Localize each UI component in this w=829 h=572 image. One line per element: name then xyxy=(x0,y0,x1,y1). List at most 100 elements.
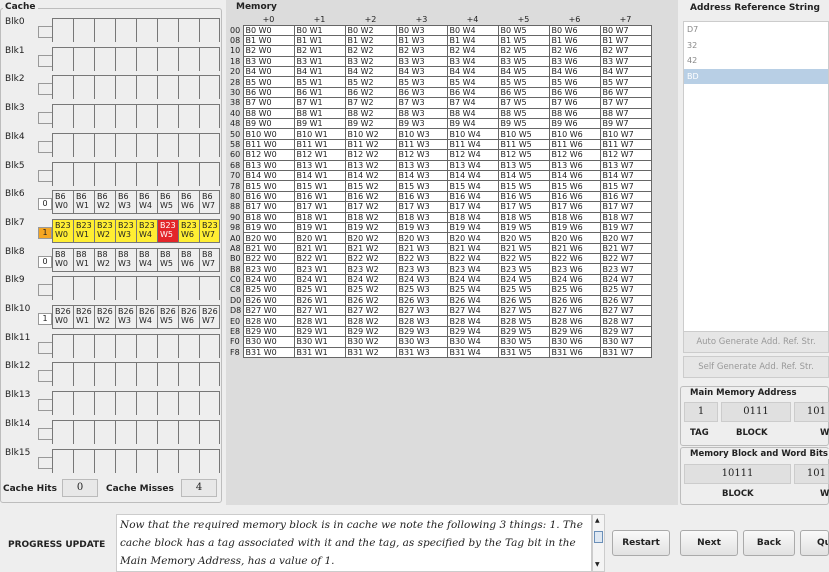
address-ref-item[interactable]: D7 xyxy=(684,22,828,38)
next-button[interactable]: Next xyxy=(680,530,738,556)
memory-word-cell: B17 W1 xyxy=(293,201,346,213)
memory-column-header: +5 xyxy=(517,14,530,24)
memory-row-address: 58 xyxy=(230,139,241,149)
address-ref-item[interactable]: 32 xyxy=(684,38,828,54)
memory-row-address: C8 xyxy=(230,285,241,295)
memory-row-address: A8 xyxy=(230,243,241,253)
cache-word-cell xyxy=(157,19,178,42)
memory-word-cell: B16 W3 xyxy=(395,190,448,203)
cache-word-cell xyxy=(52,133,73,157)
cache-word-cell xyxy=(199,334,220,358)
address-ref-item[interactable]: 42 xyxy=(684,53,828,69)
address-ref-title: Address Reference String xyxy=(688,3,822,13)
memory-word-cell: B24 W7 xyxy=(599,273,652,286)
cache-word-cell xyxy=(94,133,115,157)
memory-word-cell: B13 W6 xyxy=(548,159,601,171)
memory-row: 28 B5 W0 B5 W1 B5 W2 B5 W3 B5 W4 B5 W5 B5 W6 B5 … xyxy=(228,76,652,88)
memory-word-cell: B28 W6 xyxy=(548,315,601,327)
progress-scrollbar[interactable]: ▲ ▼ xyxy=(592,514,605,572)
scroll-up-icon[interactable]: ▲ xyxy=(595,517,600,524)
cache-word-cell: B8 W5 xyxy=(157,248,178,272)
memory-word-cell: B5 W1 xyxy=(293,76,346,88)
memory-row-address: 98 xyxy=(230,223,241,233)
memory-word-cell: B17 W0 xyxy=(242,201,295,213)
cache-word-cell xyxy=(199,162,220,186)
memory-word-cell: B1 W2 xyxy=(344,34,397,47)
cache-block-label: Blk8 xyxy=(5,246,25,257)
memory-word-cell: B18 W0 xyxy=(242,211,295,223)
memory-word-cell: B30 W0 xyxy=(242,336,295,348)
cache-word-cell xyxy=(157,363,178,387)
memory-word-cell: B18 W7 xyxy=(599,211,652,223)
restart-button[interactable]: Restart xyxy=(612,530,670,556)
memory-word-cell: B20 W6 xyxy=(548,232,601,244)
memory-word-cell: B24 W6 xyxy=(548,273,601,286)
memory-word-cell: B22 W2 xyxy=(344,253,397,265)
memory-row: 58 B11 W0 B11 W1 B11 W2 B11 W3 B11 W4 B11 W5 B1… xyxy=(228,138,652,151)
memory-word-cell: B15 W5 xyxy=(497,180,550,192)
memory-word-cell: B0 W4 xyxy=(446,24,499,36)
cache-word-cell xyxy=(157,76,178,100)
memory-row-address: F8 xyxy=(230,347,240,357)
memory-word-cell: B8 W6 xyxy=(548,107,601,120)
scroll-thumb[interactable] xyxy=(594,531,603,543)
cache-word-cell: B26 W0 xyxy=(52,306,73,329)
memory-word-cell: B16 W7 xyxy=(599,190,652,203)
memory-word-cell: B25 W3 xyxy=(395,284,448,296)
address-reference-list[interactable]: D7 32 42 BD xyxy=(683,21,829,334)
memory-row: 00 B0 W0 B0 W1 B0 W2 B0 W3 B0 W4 B0 W5 B0 W6 B0 … xyxy=(228,24,652,36)
cache-block-label: Blk5 xyxy=(5,160,25,171)
memory-word-cell: B5 W2 xyxy=(344,76,397,88)
cache-word-cell xyxy=(94,47,115,71)
back-button[interactable]: Back xyxy=(743,530,795,556)
cache-word-cell xyxy=(52,449,73,473)
memory-word-cell: B2 W6 xyxy=(548,45,601,57)
memory-word-cell: B14 W5 xyxy=(497,169,550,182)
cache-word-cell xyxy=(178,133,199,157)
memory-word-cell: B2 W2 xyxy=(344,45,397,57)
cache-word-cell xyxy=(199,47,220,71)
cache-block-row: Blk11 xyxy=(2,330,220,358)
memory-word-cell: B23 W1 xyxy=(293,263,346,275)
memory-word-cell: B25 W7 xyxy=(599,284,652,296)
memory-word-cell: B13 W5 xyxy=(497,159,550,171)
cache-word-cell: B6 W4 xyxy=(136,191,157,215)
memory-row-address: B0 xyxy=(230,254,241,264)
cache-word-cell xyxy=(94,334,115,358)
memory-word-cell: B27 W0 xyxy=(242,305,295,317)
memory-word-cell: B1 W4 xyxy=(446,34,499,47)
memory-row: A8 B21 W0 B21 W1 B21 W2 B21 W3 B21 W4 B21 W5 B2… xyxy=(228,242,652,255)
cache-word-cell: B8 W1 xyxy=(73,248,94,272)
cache-word-cell xyxy=(73,162,94,186)
memory-word-cell: B9 W7 xyxy=(599,117,652,130)
cache-word-cell xyxy=(94,76,115,100)
memory-word-cell: B21 W1 xyxy=(293,242,346,255)
memory-word-cell: B2 W4 xyxy=(446,45,499,57)
memory-word-cell: B6 W6 xyxy=(548,86,601,99)
memory-word-cell: B9 W5 xyxy=(497,117,550,130)
memory-word-cell: B31 W2 xyxy=(344,346,397,359)
memory-word-cell: B15 W7 xyxy=(599,180,652,192)
memory-row-address: 68 xyxy=(230,160,241,170)
memory-row: 88 B17 W0 B17 W1 B17 W2 B17 W3 B17 W4 B17 W5 B1… xyxy=(228,201,652,213)
memory-word-cell: B2 W3 xyxy=(395,45,448,57)
scroll-down-icon[interactable]: ▼ xyxy=(595,561,600,568)
cache-block-row: Blk1 xyxy=(2,43,220,71)
memory-word-cell: B20 W2 xyxy=(344,232,397,244)
memory-word-cell: B20 W1 xyxy=(293,232,346,244)
address-ref-item[interactable]: BD xyxy=(684,68,828,84)
auto-generate-button[interactable]: Auto Generate Add. Ref. Str. xyxy=(683,331,829,353)
memory-row: E8 B29 W0 B29 W1 B29 W2 B29 W3 B29 W4 B29 W5 B2… xyxy=(228,325,652,338)
cache-word-cell xyxy=(178,19,199,42)
cache-line xyxy=(52,46,220,71)
memory-row: 80 B16 W0 B16 W1 B16 W2 B16 W3 B16 W4 B16 W5 B1… xyxy=(228,190,652,203)
quit-button[interactable]: Quit xyxy=(800,530,829,556)
memory-word-cell: B4 W0 xyxy=(242,66,295,78)
self-generate-button[interactable]: Self Generate Add. Ref. Str. xyxy=(683,356,829,378)
cache-word-cell: B8 W3 xyxy=(115,248,136,272)
cache-block-label: Blk13 xyxy=(5,390,31,401)
memory-row-address: E8 xyxy=(230,327,241,337)
memory-word-cell: B4 W5 xyxy=(497,66,550,78)
memory-word-cell: B4 W6 xyxy=(548,66,601,78)
cache-block-row: Blk5 xyxy=(2,158,220,186)
